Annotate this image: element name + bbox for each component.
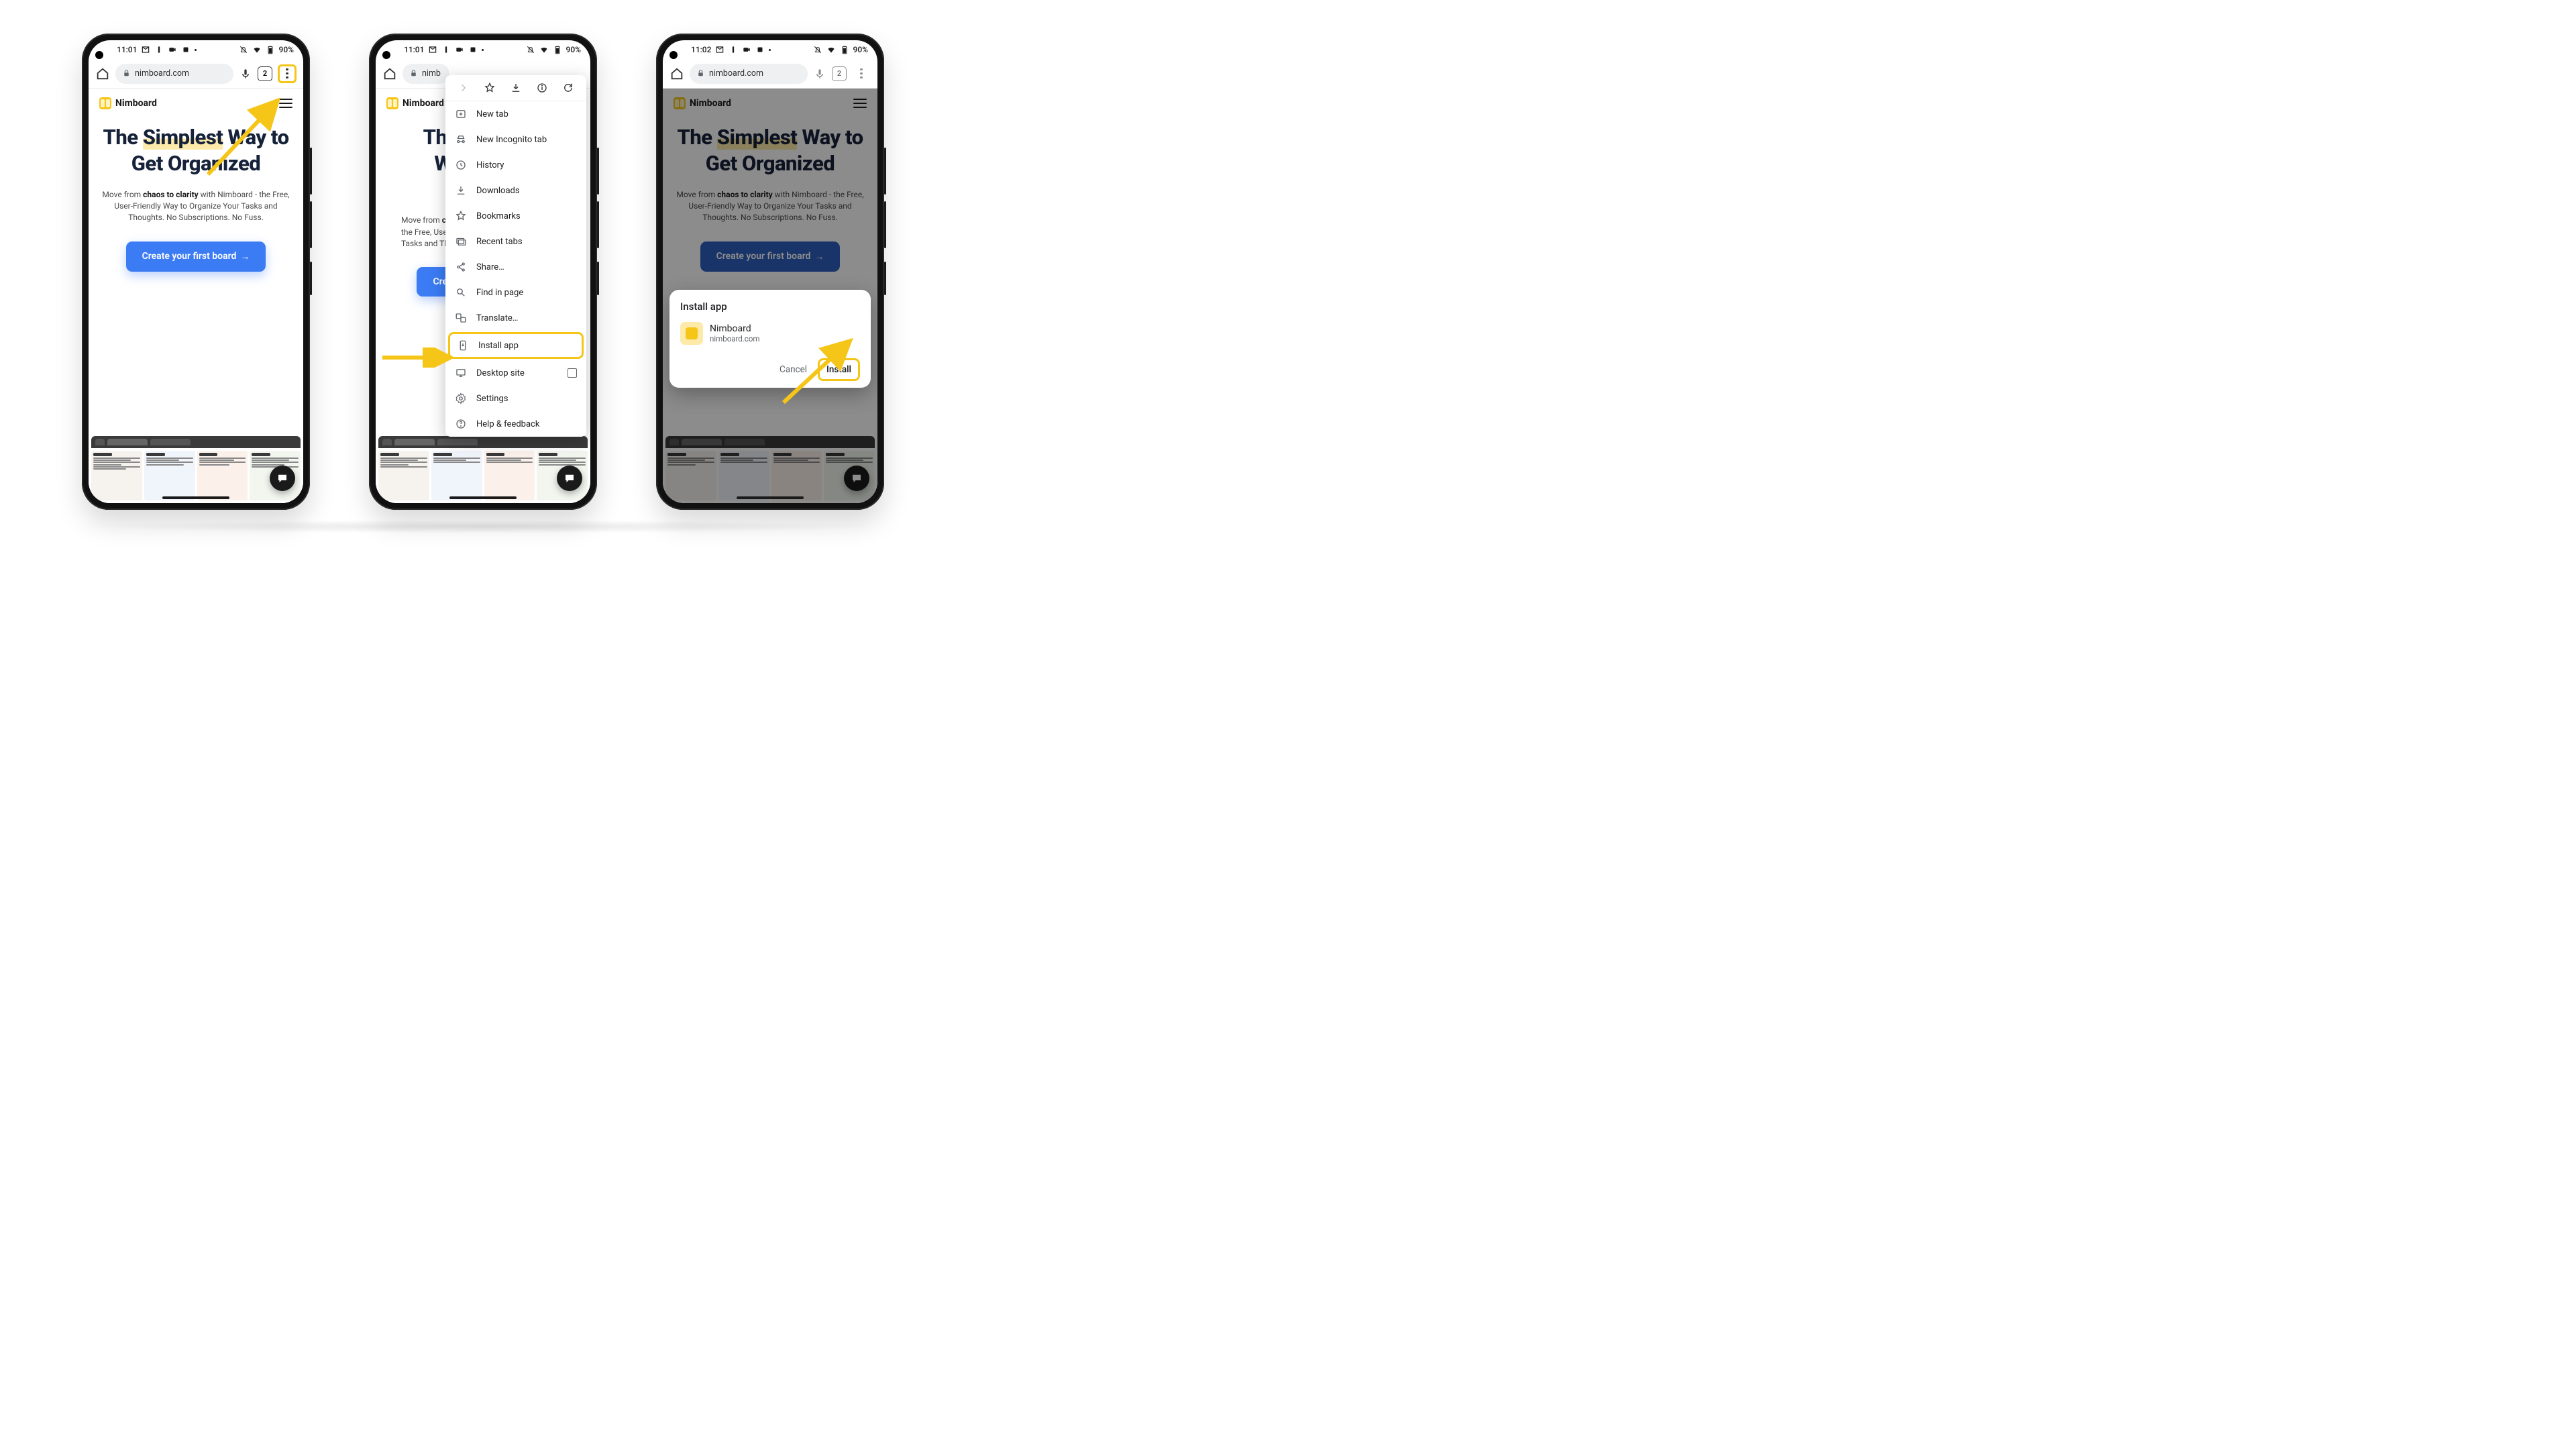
hero-headline: The Simplest Way to Get Organized: [101, 125, 291, 177]
menu-incognito[interactable]: New Incognito tab: [445, 127, 586, 152]
battery-text: 90%: [279, 45, 294, 54]
lock-icon: [696, 69, 705, 78]
star-icon[interactable]: [484, 82, 496, 94]
clock: 11:02: [691, 45, 711, 54]
tab-switcher[interactable]: 2: [258, 66, 272, 81]
url-text: nimb: [422, 68, 441, 78]
status-bar: 11:01 90%: [376, 40, 590, 59]
app-icon: [181, 45, 191, 54]
battery-icon: [840, 45, 849, 54]
app-name: Nimboard: [710, 323, 759, 334]
cta-button[interactable]: Create your first board→: [126, 241, 266, 272]
site-logo[interactable]: Nimboard: [386, 97, 444, 109]
battery-icon: [266, 45, 275, 54]
clock: 11:01: [117, 45, 137, 54]
address-bar[interactable]: nimboard.com: [115, 64, 233, 84]
mail-icon: [141, 45, 150, 54]
video-icon: [168, 45, 177, 54]
app-icon: [680, 322, 703, 345]
menu-desktop-site[interactable]: Desktop site: [445, 360, 586, 386]
menu-recent-tabs[interactable]: Recent tabs: [445, 229, 586, 254]
info-icon[interactable]: [536, 82, 548, 94]
home-icon[interactable]: [95, 66, 110, 81]
nav-pill[interactable]: [162, 496, 229, 499]
mail-icon: [428, 45, 437, 54]
wifi-icon: [539, 45, 549, 54]
menu-new-tab[interactable]: New tab: [445, 101, 586, 127]
key-icon: [729, 45, 738, 54]
chrome-overflow-menu: New tab New Incognito tab History Downlo…: [445, 75, 586, 437]
cancel-button[interactable]: Cancel: [780, 364, 807, 375]
menu-bookmarks[interactable]: Bookmarks: [445, 203, 586, 229]
nav-pill[interactable]: [449, 496, 517, 499]
chat-widget[interactable]: [270, 466, 295, 491]
menu-install-app[interactable]: Install app: [448, 332, 584, 359]
app-icon: [755, 45, 765, 54]
menu-history[interactable]: History: [445, 152, 586, 178]
battery-icon: [553, 45, 562, 54]
bell-off-icon: [526, 45, 535, 54]
hero-tagline: Move from chaos to clarity with Nimboard…: [101, 189, 291, 224]
clock: 11:01: [404, 45, 424, 54]
menu-find[interactable]: Find in page: [445, 280, 586, 305]
chat-widget[interactable]: [557, 466, 582, 491]
mic-icon[interactable]: [239, 67, 252, 80]
mic-icon[interactable]: [813, 67, 826, 80]
more-menu-button[interactable]: [278, 64, 297, 83]
wifi-icon: [252, 45, 262, 54]
wifi-icon: [826, 45, 836, 54]
menu-translate[interactable]: Translate…: [445, 305, 586, 331]
mail-icon: [715, 45, 724, 54]
site-logo[interactable]: Nimboard: [99, 97, 157, 109]
install-dialog: Install app Nimboard nimboard.com Cancel…: [669, 290, 871, 388]
tab-switcher[interactable]: 2: [832, 66, 847, 81]
battery-text: 90%: [566, 45, 581, 54]
app-domain: nimboard.com: [710, 334, 759, 343]
browser-toolbar: nimboard.com 2: [663, 59, 877, 89]
battery-text: 90%: [853, 45, 868, 54]
phone-step-2: 11:01 90% nimb Nimboard: [369, 34, 597, 510]
menu-share[interactable]: Share…: [445, 254, 586, 280]
download-icon[interactable]: [510, 82, 522, 94]
status-bar: 11:02 90%: [663, 40, 877, 59]
desktop-checkbox[interactable]: [568, 368, 577, 378]
url-text: nimboard.com: [135, 68, 189, 78]
dialog-title: Install app: [680, 301, 860, 313]
key-icon: [441, 45, 451, 54]
url-text: nimboard.com: [709, 68, 763, 78]
key-icon: [154, 45, 164, 54]
bell-off-icon: [239, 45, 248, 54]
browser-toolbar: nimboard.com 2: [89, 59, 303, 89]
hamburger-icon[interactable]: [279, 99, 292, 108]
menu-downloads[interactable]: Downloads: [445, 178, 586, 203]
preview-boards: [376, 436, 590, 503]
home-icon[interactable]: [669, 66, 684, 81]
video-icon: [455, 45, 464, 54]
preview-boards: [89, 436, 303, 503]
lock-icon: [122, 69, 131, 78]
home-icon[interactable]: [382, 66, 397, 81]
nav-pill[interactable]: [737, 496, 804, 499]
video-icon: [742, 45, 751, 54]
refresh-icon[interactable]: [562, 82, 574, 94]
menu-settings[interactable]: Settings: [445, 386, 586, 411]
phone-step-1: 11:01 90% nimboard.com 2: [82, 34, 310, 510]
address-bar[interactable]: nimb: [402, 64, 449, 84]
status-bar: 11:01 90%: [89, 40, 303, 59]
install-button[interactable]: Install: [818, 358, 860, 381]
phone-step-3: 11:02 90% nimboard.com 2: [656, 34, 884, 510]
forward-icon[interactable]: [458, 82, 470, 94]
app-icon: [468, 45, 478, 54]
menu-help[interactable]: Help & feedback: [445, 411, 586, 437]
bell-off-icon: [813, 45, 822, 54]
more-menu-button[interactable]: [852, 64, 871, 83]
address-bar[interactable]: nimboard.com: [690, 64, 808, 84]
lock-icon: [409, 69, 418, 78]
